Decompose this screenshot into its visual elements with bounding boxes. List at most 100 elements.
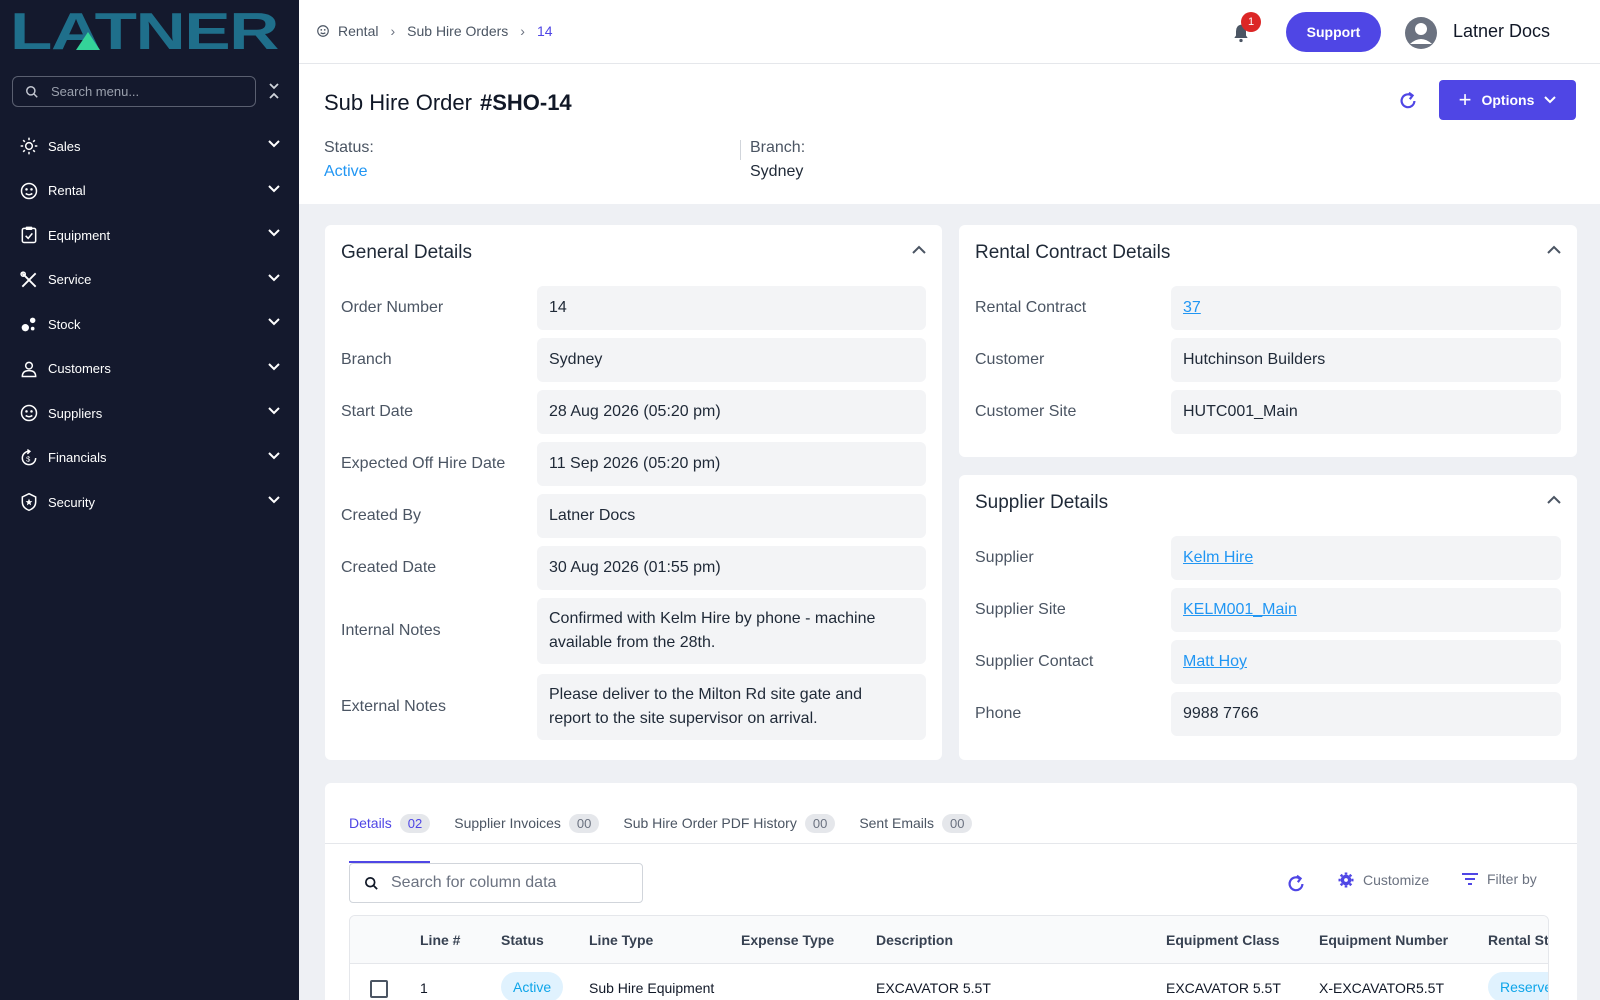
col-equipment-class[interactable]: Equipment Class — [1166, 932, 1280, 948]
rental-contract-link[interactable]: 37 — [1183, 299, 1201, 317]
search-menu-input[interactable]: Search menu... — [12, 76, 256, 107]
user-name[interactable]: Latner Docs — [1453, 21, 1550, 42]
sidebar-item-label: Financials — [48, 450, 107, 466]
collapse-sidebar-icon[interactable] — [268, 82, 280, 105]
field-order-number: Order Number 14 — [341, 286, 926, 330]
notifications-button[interactable]: 1 — [1231, 12, 1261, 49]
status-badge: Active — [324, 163, 368, 180]
breadcrumb-rental[interactable]: Rental — [338, 23, 378, 39]
tab-details[interactable]: Details 02 — [349, 803, 431, 863]
card-title: Supplier Details — [975, 492, 1109, 513]
svg-text:$: $ — [26, 454, 31, 463]
chevron-down-icon — [268, 362, 280, 370]
col-line-number[interactable]: Line # — [420, 932, 460, 948]
cell-equipment-class: EXCAVATOR 5.5T — [1166, 980, 1281, 996]
col-status[interactable]: Status — [501, 932, 544, 948]
supplier-link[interactable]: Kelm Hire — [1183, 549, 1253, 567]
field-external-notes: External Notes Please deliver to the Milt… — [341, 674, 926, 740]
field-label: Expected Off Hire Date — [341, 455, 506, 472]
row-checkbox[interactable] — [370, 980, 388, 998]
chevron-right-icon: › — [390, 23, 396, 39]
stock-icon — [18, 313, 40, 335]
chevron-up-icon[interactable] — [1547, 495, 1561, 504]
field-rental-contract: Rental Contract 37 — [975, 286, 1561, 330]
equipment-icon — [18, 224, 40, 246]
sales-icon — [18, 135, 40, 157]
field-label: Phone — [975, 705, 1022, 722]
filter-icon — [1462, 873, 1478, 885]
page-title: Sub Hire Order #SHO-14 — [324, 90, 572, 116]
field-label: Internal Notes — [341, 622, 441, 639]
cell-description: EXCAVATOR 5.5T — [876, 980, 991, 996]
shield-icon — [18, 491, 40, 513]
breadcrumb-sub-hire-orders[interactable]: Sub Hire Orders — [407, 23, 508, 39]
search-icon — [365, 876, 378, 890]
col-description[interactable]: Description — [876, 932, 953, 948]
col-line-type[interactable]: Line Type — [589, 932, 653, 948]
column-search-input[interactable]: Search for column data — [349, 863, 643, 903]
field-customer: Customer Hutchinson Builders — [975, 338, 1561, 382]
tab-divider — [325, 843, 1577, 844]
sidebar-item-financials[interactable]: $ Financials — [0, 436, 299, 481]
avatar[interactable] — [1404, 16, 1438, 55]
sidebar-item-rental[interactable]: Rental — [0, 169, 299, 214]
field-value: Confirmed with Kelm Hire by phone - mach… — [537, 598, 926, 664]
options-button[interactable]: + Options — [1439, 80, 1576, 120]
sidebar-item-equipment[interactable]: Equipment — [0, 213, 299, 258]
col-equipment-number[interactable]: Equipment Number — [1319, 932, 1448, 948]
filter-by-button[interactable]: Filter by — [1461, 871, 1537, 887]
order-id: #SHO-14 — [479, 90, 572, 115]
suppliers-icon — [18, 402, 40, 424]
sidebar-item-security[interactable]: Security — [0, 480, 299, 525]
card-title: General Details — [341, 242, 472, 263]
lines-panel: Details 02 Supplier Invoices 00 Sub Hire O… — [325, 783, 1577, 1000]
support-button[interactable]: Support — [1286, 12, 1381, 52]
col-expense-type[interactable]: Expense Type — [741, 932, 834, 948]
field-customer-site: Customer Site HUTC001_Main — [975, 390, 1561, 434]
chevron-up-icon[interactable] — [1547, 245, 1561, 254]
table-refresh-button[interactable] — [1285, 873, 1307, 900]
field-value: 30 Aug 2026 (01:55 pm) — [537, 546, 926, 590]
sidebar-item-service[interactable]: Service — [0, 258, 299, 303]
supplier-contact-link[interactable]: Matt Hoy — [1183, 653, 1247, 671]
sidebar-item-customers[interactable]: Customers — [0, 347, 299, 392]
supplier-details-card: Supplier Details Supplier Kelm Hire Suppl… — [959, 475, 1577, 760]
sidebar-item-sales[interactable]: Sales — [0, 124, 299, 169]
page-title-text: Sub Hire Order — [324, 90, 472, 115]
sidebar-item-stock[interactable]: Stock — [0, 302, 299, 347]
tab-label: Sub Hire Order PDF History — [623, 815, 797, 831]
sidebar-item-label: Rental — [48, 183, 86, 199]
field-created-date: Created Date 30 Aug 2026 (01:55 pm) — [341, 546, 926, 590]
customize-button[interactable]: Customize — [1337, 871, 1429, 889]
field-start-date: Start Date 28 Aug 2026 (05:20 pm) — [341, 390, 926, 434]
tab-pdf-history[interactable]: Sub Hire Order PDF History 00 — [623, 803, 836, 843]
tab-supplier-invoices[interactable]: Supplier Invoices 00 — [454, 803, 600, 843]
chevron-up-icon[interactable] — [912, 245, 926, 254]
refresh-button[interactable] — [1397, 90, 1419, 117]
service-icon — [18, 269, 40, 291]
chevron-down-icon — [268, 140, 280, 148]
cell-line-number: 1 — [420, 980, 428, 996]
col-rental-status[interactable]: Rental Sta — [1488, 932, 1548, 948]
field-value: Hutchinson Builders — [1171, 338, 1561, 382]
cell-rental-status-badge: Reserve — [1488, 972, 1548, 1000]
status-label: Status: — [324, 139, 374, 156]
tab-bar: Details 02 Supplier Invoices 00 Sub Hire O… — [349, 803, 996, 863]
sidebar-item-suppliers[interactable]: Suppliers — [0, 391, 299, 436]
tab-sent-emails[interactable]: Sent Emails 00 — [859, 803, 973, 843]
search-menu-placeholder: Search menu... — [51, 84, 140, 99]
field-label: Order Number — [341, 299, 444, 316]
latner-logo[interactable]: LATNER — [10, 3, 280, 61]
filter-by-label: Filter by — [1487, 871, 1537, 887]
field-phone: Phone 9988 7766 — [975, 692, 1561, 736]
supplier-site-link[interactable]: KELM001_Main — [1183, 601, 1297, 619]
tab-label: Sent Emails — [859, 815, 935, 831]
tab-count: 00 — [568, 813, 600, 833]
rental-contract-card: Rental Contract Details Rental Contract 3… — [959, 225, 1577, 457]
sidebar-item-label: Sales — [48, 138, 81, 154]
cell-status-badge: Active — [501, 972, 564, 1000]
field-label: Start Date — [341, 403, 414, 420]
order-header: Sub Hire Order #SHO-14 + Options Status: … — [299, 64, 1600, 204]
top-bar: Rental › Sub Hire Orders › 14 1 Support … — [299, 0, 1600, 64]
meta-divider — [740, 140, 741, 160]
